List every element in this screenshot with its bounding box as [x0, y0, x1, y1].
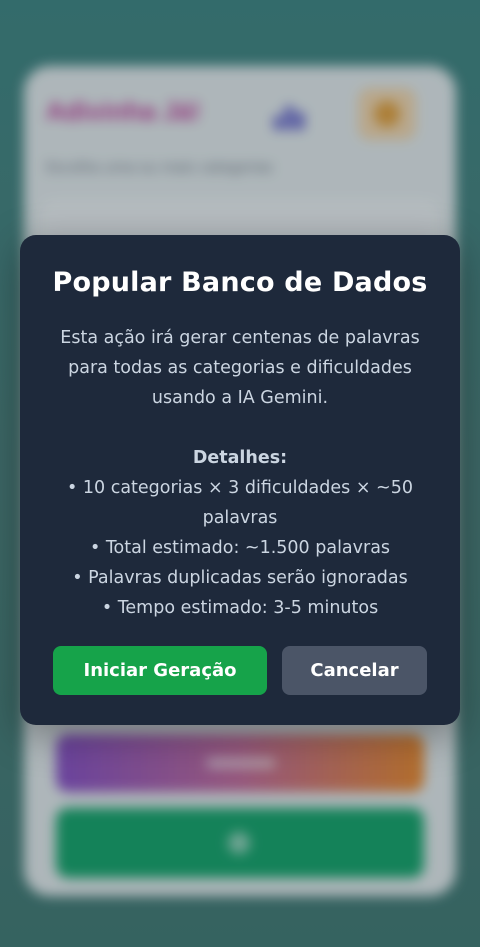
populate-database-dialog: Popular Banco de Dados Esta ação irá ger…	[20, 235, 460, 725]
detail-item: • Total estimado: ~1.500 palavras	[89, 538, 391, 558]
dialog-body: Esta ação irá gerar centenas de palavras…	[50, 323, 430, 623]
detail-item: • 10 categorias × 3 dificuldades × ~50 p…	[66, 478, 413, 528]
dialog-description: Esta ação irá gerar centenas de palavras…	[60, 328, 420, 408]
detail-item: • Tempo estimado: 3-5 minutos	[101, 598, 379, 618]
start-generation-button[interactable]: Iniciar Geração	[53, 646, 267, 695]
dialog-actions: Iniciar Geração Cancelar	[53, 646, 427, 695]
detail-item: • Palavras duplicadas serão ignoradas	[72, 568, 408, 588]
details-heading: Detalhes:	[192, 448, 288, 468]
cancel-button[interactable]: Cancelar	[282, 646, 427, 695]
dialog-title: Popular Banco de Dados	[52, 267, 428, 298]
